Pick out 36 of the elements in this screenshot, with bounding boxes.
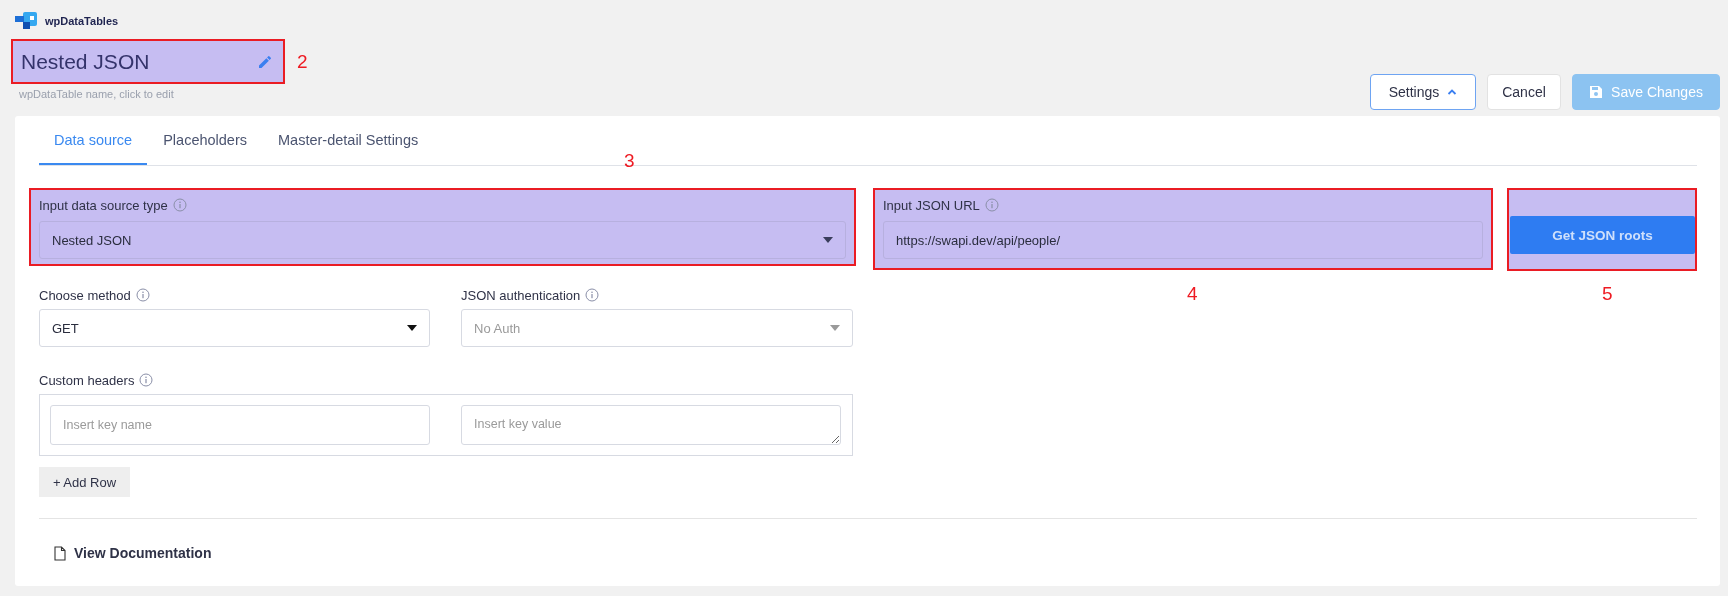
- table-name-field[interactable]: Nested JSON: [11, 39, 285, 84]
- documentation-link[interactable]: View Documentation: [74, 545, 212, 561]
- key-value-field[interactable]: Insert key value: [461, 405, 841, 445]
- callout-number: 3: [624, 150, 635, 172]
- caret-icon: [407, 325, 417, 331]
- document-icon: [54, 545, 66, 561]
- key-name-field[interactable]: Insert key name: [50, 405, 430, 445]
- app-name: wpDataTables: [45, 15, 119, 27]
- field-label: Input JSON URL: [883, 197, 980, 213]
- field-label: Input data source type: [39, 197, 168, 213]
- caret-icon: [1447, 88, 1458, 96]
- caret-icon: [830, 325, 840, 331]
- info-icon: [135, 288, 150, 302]
- info-icon: [585, 288, 600, 302]
- field-label: JSON authentication: [461, 287, 581, 303]
- url-input-field[interactable]: https://swapi.dev/api/people/: [883, 221, 1483, 259]
- add-row-button[interactable]: + Add Row: [39, 467, 130, 497]
- info-icon: [139, 373, 154, 387]
- tab[interactable]: Master-detail Settings: [263, 116, 434, 165]
- tab[interactable]: Placeholders: [148, 116, 262, 165]
- field-label: Custom headers: [39, 372, 135, 388]
- field-label: Choose method: [39, 287, 131, 303]
- pencil-icon: [257, 53, 273, 70]
- tab[interactable]: Data source: [39, 116, 148, 165]
- source-type-dropdown[interactable]: Nested JSON: [39, 221, 846, 259]
- method-dropdown[interactable]: GET: [39, 309, 430, 347]
- callout-number: 2: [297, 50, 308, 73]
- hint-text: wpDataTable name, click to edit: [19, 88, 175, 100]
- caret-icon: [823, 237, 833, 243]
- cancel-button[interactable]: Cancel: [1487, 74, 1561, 110]
- logo-icon: [15, 12, 37, 30]
- callout-number: 5: [1602, 283, 1613, 305]
- callout-number: 4: [1187, 283, 1198, 305]
- info-icon: [984, 198, 999, 212]
- settings-button[interactable]: Settings: [1370, 74, 1476, 110]
- info-icon: [172, 198, 187, 212]
